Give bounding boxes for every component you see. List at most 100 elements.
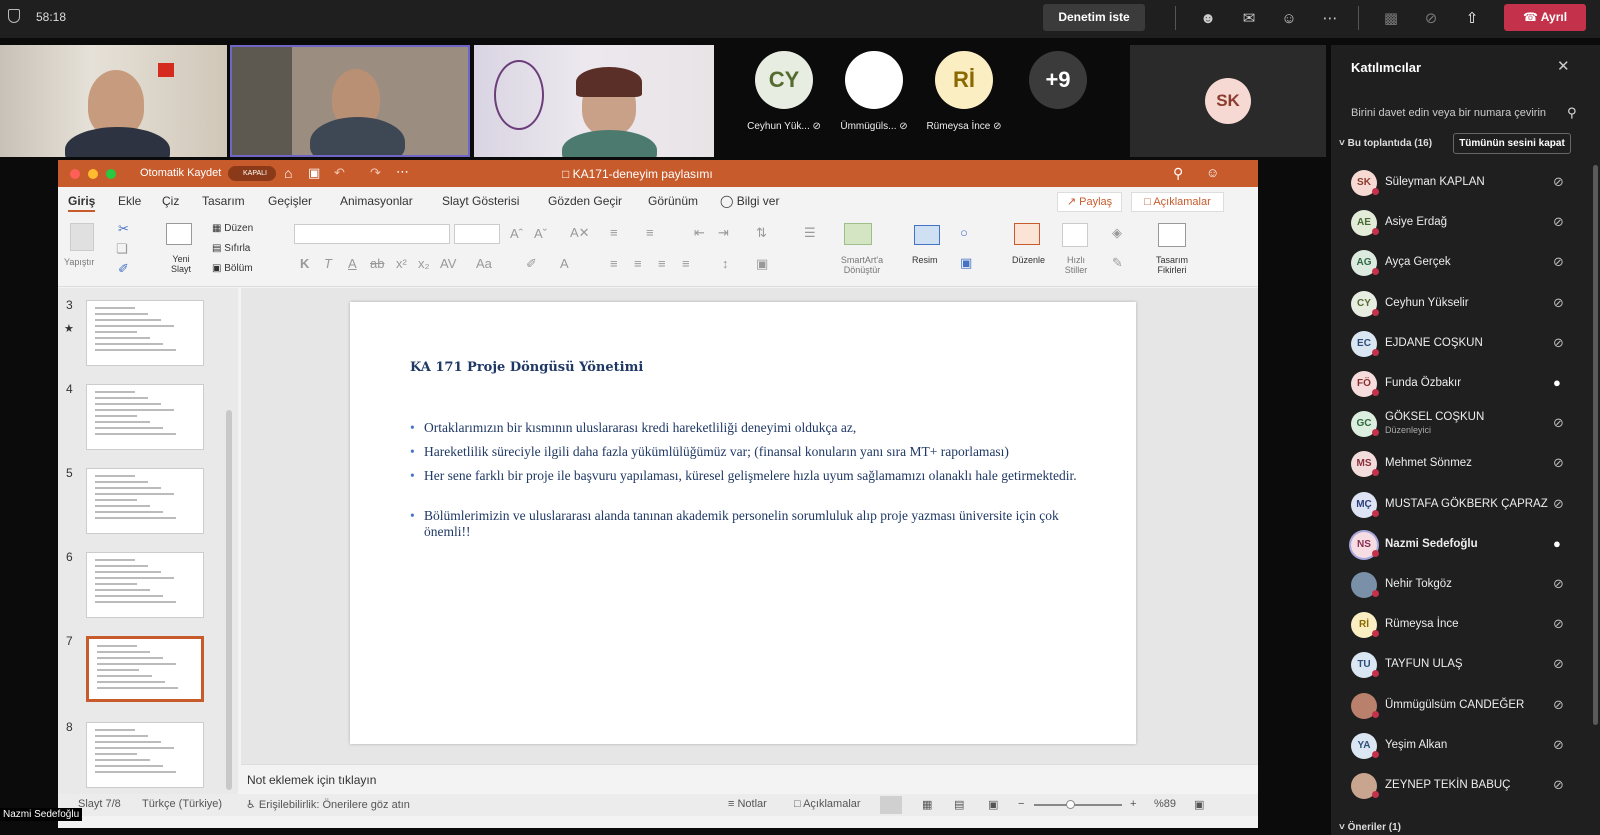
mic-off-icon[interactable]: ⊘ (1553, 576, 1564, 592)
leave-button[interactable]: ☎ Ayrıl (1504, 4, 1586, 31)
more-icon[interactable]: ⋯ (1317, 6, 1343, 32)
underline-icon[interactable]: A (348, 256, 357, 271)
in-meeting-header[interactable]: ˅ Bu toplantıda (16) (1339, 138, 1432, 149)
search-icon[interactable]: ⚲ (1173, 165, 1183, 182)
maximize-window-button[interactable] (106, 169, 116, 179)
reactions-icon[interactable]: ☺ (1276, 6, 1302, 32)
align-left-icon[interactable]: ≡ (610, 256, 618, 271)
zoom-slider[interactable] (1034, 804, 1122, 806)
video-participant-1[interactable] (0, 45, 227, 157)
participant-item[interactable]: Rİ Rümeysa İnce ⊘ (1331, 605, 1581, 645)
language-status[interactable]: Türkçe (Türkiye) (142, 798, 222, 810)
paste-icon[interactable] (70, 223, 94, 251)
normal-view-icon[interactable] (880, 796, 902, 814)
participant-item[interactable]: AG Ayça Gerçek ⊘ (1331, 243, 1581, 283)
increase-indent-icon[interactable]: ⇥ (718, 225, 729, 241)
mic-off-icon[interactable]: ⊘ (1553, 455, 1564, 471)
notes-pane[interactable]: Not eklemek için tıklayın (241, 764, 1258, 794)
columns-icon[interactable]: ☰ (804, 225, 816, 241)
mic-off-icon[interactable]: ⊘ (1553, 174, 1564, 190)
minimize-window-button[interactable] (88, 169, 98, 179)
video-tile-sk[interactable]: SK (1130, 45, 1326, 157)
highlight-icon[interactable]: ✐ (526, 256, 537, 272)
panel-scrollbar[interactable] (1593, 165, 1598, 725)
slide-bullet[interactable]: Her sene farklı bir proje ile başvuru ya… (410, 468, 1080, 484)
slide-bullet[interactable]: Ortaklarımızın bir kısmının uluslararası… (410, 420, 1080, 436)
participant-item[interactable]: YA Yeşim Alkan ⊘ (1331, 726, 1581, 766)
participant-item[interactable]: ZEYNEP TEKİN BABUÇ ⊘ (1331, 766, 1581, 806)
reset-button[interactable]: ▤ Sıfırla (212, 243, 250, 254)
more-icon[interactable]: ⋯ (396, 164, 409, 180)
bold-icon[interactable]: K (300, 256, 309, 271)
video-participant-2[interactable] (230, 45, 470, 157)
current-slide[interactable]: KA 171 Proje Döngüsü Yönetimi Ortaklarım… (350, 302, 1136, 744)
align-text-icon[interactable]: ▣ (756, 256, 768, 272)
tab-8[interactable]: Görünüm (648, 194, 698, 208)
mic-off-icon[interactable]: ⊘ (1553, 295, 1564, 311)
search-icon[interactable]: ⚲ (1567, 105, 1577, 121)
quick-styles-icon[interactable] (1062, 223, 1088, 247)
mic-off-icon[interactable]: ⊘ (1553, 254, 1564, 270)
save-icon[interactable]: ▣ (308, 165, 320, 181)
slide-title[interactable]: KA 171 Proje Döngüsü Yönetimi (410, 360, 643, 375)
mic-off-icon[interactable]: ⊘ (1553, 415, 1564, 431)
layout-button[interactable]: ▦ Düzen (212, 223, 253, 234)
font-family-select[interactable] (294, 224, 450, 244)
numbering-icon[interactable]: ≡ (646, 225, 654, 240)
picture-icon[interactable] (914, 225, 940, 245)
slide-bullet[interactable]: Bölümlerimizin ve uluslararası alanda ta… (410, 508, 1080, 540)
justify-icon[interactable]: ≡ (682, 256, 690, 271)
tab-4[interactable]: Geçişler (268, 194, 312, 208)
invite-input[interactable]: Birini davet edin veya bir numara çeviri… (1351, 107, 1563, 125)
mic-off-icon[interactable]: ⊘ (1418, 6, 1444, 32)
slide-thumbnail[interactable] (86, 384, 204, 450)
italic-icon[interactable]: T (324, 256, 332, 271)
slide-sorter-icon[interactable]: ▦ (922, 798, 932, 811)
clear-format-icon[interactable]: A✕ (570, 225, 590, 241)
comments-button[interactable]: □ Açıklamalar (1131, 192, 1224, 212)
section-button[interactable]: ▣ Bölüm (212, 263, 253, 274)
text-direction-icon[interactable]: ↕ (722, 256, 729, 271)
zoom-in-icon[interactable]: + (1130, 798, 1136, 810)
participants-icon[interactable]: ☻ (1195, 6, 1221, 32)
strikethrough-icon[interactable]: ab (370, 256, 384, 271)
arrange-icon[interactable] (1014, 223, 1040, 245)
participant-item[interactable]: MS Mehmet Sönmez ⊘ (1331, 444, 1581, 484)
autosave-toggle[interactable]: KAPALI (228, 166, 276, 181)
redo-icon[interactable]: ↷ (370, 165, 381, 181)
fit-slide-icon[interactable]: ▣ (1194, 798, 1204, 811)
video-participant-3[interactable] (474, 45, 714, 157)
shape-fill-icon[interactable]: ◈ (1112, 225, 1122, 241)
undo-icon[interactable]: ↶ (334, 165, 345, 181)
change-case-icon[interactable]: Aa (476, 256, 492, 271)
reading-view-icon[interactable]: ▤ (954, 798, 964, 811)
participant-item[interactable]: Ümmügülsüm CANDEĞER ⊘ (1331, 686, 1581, 726)
shrink-font-icon[interactable]: Aˇ (534, 226, 547, 241)
tab-1[interactable]: Ekle (118, 194, 141, 208)
tab-2[interactable]: Çiz (162, 194, 179, 208)
participant-item[interactable]: GC GÖKSEL COŞKUN Düzenleyici ⊘ (1331, 404, 1581, 444)
chat-icon[interactable]: ✉ (1236, 6, 1262, 32)
participant-item[interactable]: SK Süleyman KAPLAN ⊘ (1331, 163, 1581, 203)
new-slide-icon[interactable] (166, 223, 192, 245)
mic-off-icon[interactable]: ⊘ (1553, 777, 1564, 793)
participant-item[interactable]: EC EJDANE COŞKUN ⊘ (1331, 324, 1581, 364)
font-color-icon[interactable]: A (560, 256, 569, 271)
video-tile-1[interactable]: Ümmügüls... ⊘ (828, 45, 920, 157)
status-comments-button[interactable]: □ Açıklamalar (794, 798, 861, 810)
participant-item[interactable]: TU TAYFUN ULAŞ ⊘ (1331, 645, 1581, 685)
mic-off-icon[interactable]: ⊘ (1553, 656, 1564, 672)
spacing-icon[interactable]: AV (440, 256, 456, 271)
slide-bullet[interactable]: Hareketlilik süreciyle ilgili daha fazla… (410, 444, 1080, 460)
home-icon[interactable]: ⌂ (284, 165, 292, 181)
tab-6[interactable]: Slayt Gösterisi (442, 194, 519, 208)
participant-item[interactable]: AE Asiye Erdağ ⊘ (1331, 203, 1581, 243)
align-right-icon[interactable]: ≡ (658, 256, 666, 271)
mic-off-icon[interactable]: ⊘ (1553, 697, 1564, 713)
camera-off-icon[interactable]: ▩ (1378, 6, 1404, 32)
align-center-icon[interactable]: ≡ (634, 256, 642, 271)
copy-icon[interactable]: ❏ (116, 241, 128, 257)
subscript-icon[interactable]: x₂ (418, 256, 430, 271)
mic-off-icon[interactable]: ⊘ (1553, 335, 1564, 351)
font-size-select[interactable] (454, 224, 500, 244)
